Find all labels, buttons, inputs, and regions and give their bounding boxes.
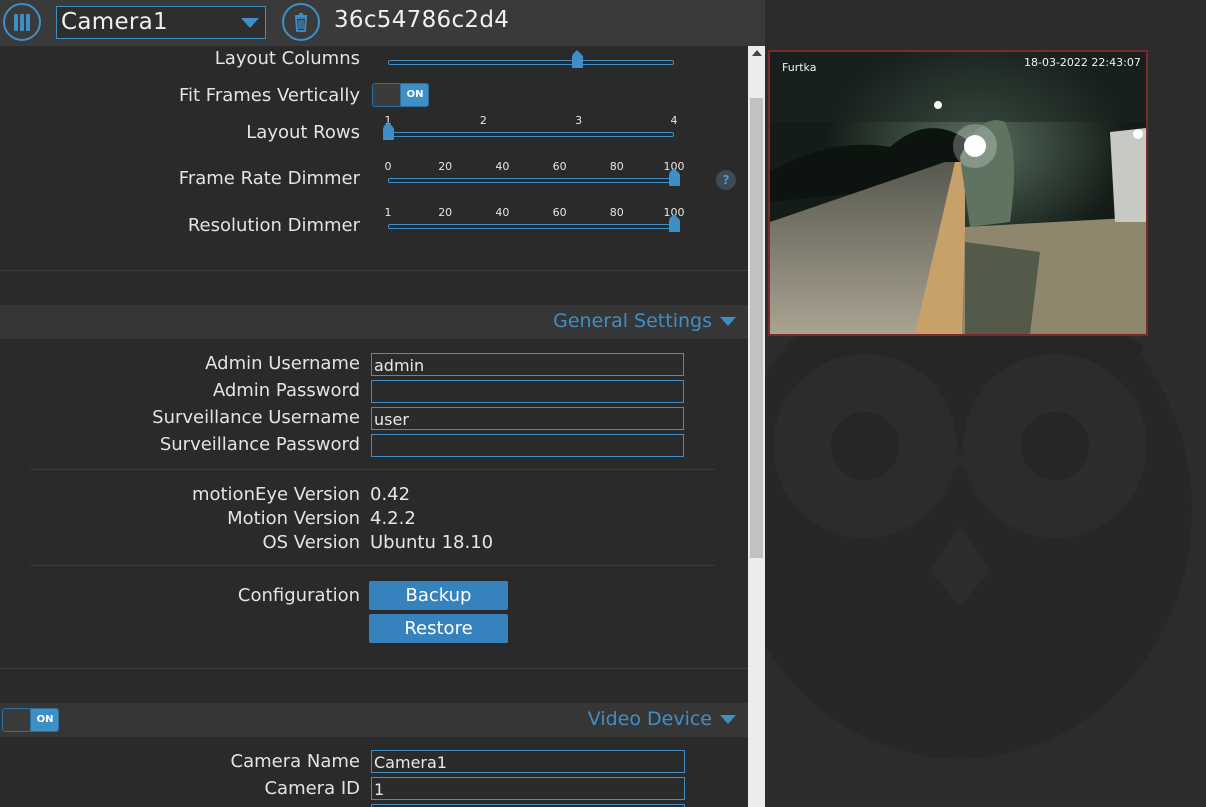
- divider: [30, 565, 715, 566]
- slider-tick-label: 60: [552, 206, 567, 219]
- camera-name-label: Camera Name: [230, 751, 360, 772]
- fit-frames-label: Fit Frames Vertically: [178, 85, 360, 106]
- section-divider: [0, 270, 748, 271]
- top-header-right: [765, 0, 1206, 46]
- toggle-knob: [3, 709, 31, 731]
- camera-image: [770, 52, 1146, 334]
- resolution-dimmer-slider[interactable]: 1 20 40 60 80 100: [385, 206, 685, 232]
- camera-id-label: Camera ID: [264, 778, 360, 799]
- configuration-label: Configuration: [237, 585, 360, 606]
- camera-name-input[interactable]: [371, 750, 685, 773]
- fit-frames-toggle[interactable]: ON: [372, 83, 429, 107]
- resolution-dimmer-label: Resolution Dimmer: [187, 215, 360, 236]
- motioneye-version-value: 0.42: [370, 484, 411, 505]
- scroll-up-icon[interactable]: [752, 50, 762, 56]
- camera-id-input[interactable]: [371, 777, 685, 800]
- backup-button[interactable]: Backup: [369, 581, 508, 610]
- chevron-down-icon: [241, 18, 259, 28]
- admin-password-label: Admin Password: [212, 380, 360, 401]
- chevron-down-icon: [720, 317, 736, 326]
- admin-username-label: Admin Username: [205, 353, 360, 374]
- slider-tick-label: 4: [670, 114, 678, 127]
- camera-frame-timestamp: 18-03-2022 22:43:07: [1024, 56, 1141, 69]
- general-settings-header[interactable]: General Settings: [0, 305, 748, 339]
- slider-tick-label: 0: [384, 160, 392, 173]
- slider-tick-label: 3: [575, 114, 583, 127]
- layout-rows-slider[interactable]: 1234: [383, 114, 678, 140]
- slider-handle[interactable]: [383, 122, 394, 140]
- slider-handle[interactable]: [572, 50, 583, 68]
- admin-password-input[interactable]: [371, 380, 684, 403]
- os-version-label: OS Version: [262, 532, 360, 553]
- slider-tick-label: 20: [438, 160, 453, 173]
- video-device-toggle[interactable]: ON: [2, 708, 59, 732]
- camera-frame[interactable]: [768, 50, 1148, 336]
- surveillance-password-input[interactable]: [371, 434, 684, 457]
- slider-tick-label: 20: [438, 206, 453, 219]
- slider-tick-label: 80: [609, 160, 624, 173]
- surveillance-password-label: Surveillance Password: [159, 434, 360, 455]
- surveillance-username-input[interactable]: [371, 407, 684, 430]
- video-device-title: Video Device: [587, 708, 712, 730]
- section-divider: [0, 668, 748, 669]
- scrollbar-thumb[interactable]: [750, 98, 763, 558]
- motioneye-app: Camera1 36c54786c2d4 Layout Columns Fit …: [0, 0, 1206, 807]
- divider: [30, 469, 715, 470]
- slider-tick-label: 80: [609, 206, 624, 219]
- help-icon[interactable]: ?: [716, 170, 736, 190]
- camera-frame-name: Furtka: [782, 61, 817, 74]
- layout-columns-label: Layout Columns: [214, 48, 360, 69]
- general-settings-title: General Settings: [553, 310, 712, 332]
- slider-tick-label: 60: [552, 160, 567, 173]
- restore-button[interactable]: Restore: [369, 614, 508, 643]
- camera-select-value: Camera1: [61, 9, 168, 35]
- video-device-header[interactable]: ON Video Device: [0, 703, 748, 737]
- toggle-on-label: ON: [31, 709, 58, 731]
- top-header: Camera1 36c54786c2d4: [0, 0, 765, 46]
- motioneye-version-label: motionEye Version: [191, 484, 360, 505]
- slider-tick-label: 40: [495, 206, 510, 219]
- motion-version-label: Motion Version: [227, 508, 360, 529]
- frame-rate-dimmer-slider[interactable]: 0 20 40 60 80 100: [385, 160, 685, 186]
- layout-rows-label: Layout Rows: [246, 122, 360, 143]
- frame-rate-dimmer-label: Frame Rate Dimmer: [178, 168, 360, 189]
- trash-icon[interactable]: [282, 3, 320, 41]
- layout-columns-slider[interactable]: [388, 46, 674, 68]
- surveillance-username-label: Surveillance Username: [152, 407, 360, 428]
- os-version-value: Ubuntu 18.10: [370, 532, 494, 553]
- admin-username-input[interactable]: [371, 353, 684, 376]
- settings-panel[interactable]: Layout Columns Fit Frames Vertically ON …: [0, 46, 748, 807]
- motion-version-value: 4.2.2: [370, 508, 416, 529]
- toggle-on-label: ON: [401, 84, 428, 106]
- slider-track: [388, 224, 674, 229]
- toggle-knob: [373, 84, 401, 106]
- slider-track: [388, 178, 674, 183]
- camera-select[interactable]: Camera1: [56, 6, 266, 39]
- slider-tick-label: 2: [479, 114, 487, 127]
- chevron-down-icon: [720, 715, 736, 724]
- slider-tick-label: 40: [495, 160, 510, 173]
- settings-scrollbar[interactable]: [748, 46, 765, 807]
- camera-unique-id: 36c54786c2d4: [334, 7, 510, 33]
- slider-track: [388, 60, 674, 65]
- slider-track: [388, 132, 674, 137]
- settings-menu-icon[interactable]: [3, 3, 41, 41]
- slider-handle[interactable]: [669, 168, 680, 186]
- slider-handle[interactable]: [669, 214, 680, 232]
- slider-tick-label: 1: [384, 206, 392, 219]
